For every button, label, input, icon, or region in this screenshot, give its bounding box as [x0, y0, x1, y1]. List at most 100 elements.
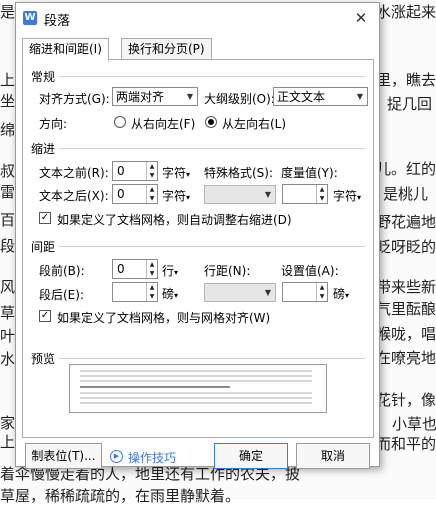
document-text-line: 花针，像: [376, 391, 436, 409]
special-format-label: 特殊格式(S):: [204, 166, 274, 180]
tab-stops-button[interactable]: 制表位(T)...: [25, 443, 102, 469]
ltr-radio[interactable]: [205, 116, 217, 128]
setting-value-label: 设置值(A):: [281, 264, 339, 278]
spinner-icon[interactable]: ▲ ▼: [316, 283, 327, 301]
alignment-select[interactable]: 两端对齐 ▼: [112, 87, 198, 106]
document-text-line: 喉咙，唱: [376, 325, 436, 343]
indent-after-label: 文本之后(X):: [39, 189, 109, 203]
tips-link[interactable]: 操作技巧: [128, 449, 176, 466]
document-text-line: 叔: [0, 162, 16, 180]
spinner-icon[interactable]: ▲ ▼: [146, 283, 157, 301]
space-after-unit[interactable]: 磅▾: [162, 285, 178, 302]
indent-before-value: 0: [117, 164, 125, 178]
spinner-icon[interactable]: ▲ ▼: [146, 162, 157, 180]
preview-line: [80, 380, 312, 382]
line-spacing-select[interactable]: ▼: [204, 283, 276, 302]
setting-value-unit[interactable]: 磅▾: [333, 285, 349, 302]
document-text-line: 野花遍地: [376, 213, 436, 231]
chevron-down-icon: ▼: [264, 190, 271, 199]
space-before-spinner[interactable]: 0 ▲ ▼: [112, 259, 158, 279]
outline-level-select[interactable]: 正文文本 ▼: [273, 87, 368, 106]
divider: [59, 358, 365, 359]
snap-grid-checkbox[interactable]: ✓: [39, 310, 51, 322]
document-text-line: 带来些新: [376, 278, 436, 296]
indent-section-title: 缩进: [31, 142, 56, 156]
indent-before-label: 文本之前(R):: [39, 166, 109, 180]
document-text-line: 是桃儿: [383, 185, 429, 203]
paragraph-preview: [69, 364, 327, 413]
alignment-label: 对齐方式(G):: [39, 92, 110, 106]
preview-line: [80, 370, 312, 372]
chevron-down-icon: ▼: [264, 288, 271, 297]
app-icon: W: [23, 11, 37, 25]
preview-sample-line: [80, 386, 230, 388]
tab-bar: 缩进和间距(I) 换行和分页(P): [22, 38, 372, 62]
space-after-spinner[interactable]: ▲ ▼: [112, 282, 158, 302]
document-text-line: 绵: [0, 121, 16, 139]
rtl-radio[interactable]: [114, 116, 126, 128]
document-text-line: 捉几回: [387, 95, 433, 113]
indent-before-spinner[interactable]: 0 ▲ ▼: [112, 161, 158, 181]
outline-level-label: 大纲级别(O):: [204, 92, 275, 106]
document-text-line: 小草也: [392, 415, 436, 433]
ok-button[interactable]: 确定: [214, 443, 288, 469]
document-text-line: 在嘹亮地: [376, 349, 436, 367]
space-before-unit[interactable]: 行▾: [162, 262, 178, 279]
document-text-line: 上: [0, 71, 16, 89]
spinner-icon[interactable]: ▲ ▼: [316, 185, 327, 203]
cancel-button[interactable]: 取消: [296, 443, 370, 469]
document-text-line: 百: [0, 211, 16, 229]
indent-after-value: 0: [117, 187, 125, 201]
direction-label: 方向:: [39, 117, 68, 131]
paragraph-dialog: W 段落 ✕ 缩进和间距(I) 换行和分页(P) 常规 对齐方式(G): 两端对…: [15, 2, 380, 469]
rtl-label[interactable]: 从右向左(F): [131, 115, 195, 132]
measure-label: 度量值(Y):: [281, 166, 338, 180]
measure-unit[interactable]: 字符▾: [333, 187, 361, 204]
indent-before-unit[interactable]: 字符▾: [162, 164, 190, 181]
space-before-label: 段前(B):: [39, 264, 85, 278]
outline-level-value: 正文文本: [277, 90, 326, 104]
preview-line: [80, 375, 312, 377]
document-text-line: 儿。红的: [376, 160, 436, 178]
close-icon[interactable]: ✕: [349, 6, 373, 30]
document-text-line: 气里酝酿: [376, 300, 436, 318]
spinner-icon[interactable]: ▲ ▼: [146, 260, 157, 278]
preview-section-title: 预览: [31, 352, 56, 366]
indent-after-unit[interactable]: 字符▾: [162, 187, 190, 204]
document-text-line: 里，瞧去: [376, 71, 436, 89]
auto-adjust-label[interactable]: 如果定义了文档网格，则自动调整右缩进(D): [57, 211, 292, 228]
chevron-down-icon: ▼: [186, 92, 193, 101]
document-text-line: 段: [0, 237, 16, 255]
chevron-down-icon: ▼: [356, 92, 363, 101]
snap-grid-label[interactable]: 如果定义了文档网格，则与网格对齐(W): [57, 309, 270, 326]
divider: [59, 246, 365, 247]
indent-after-spinner[interactable]: 0 ▲ ▼: [112, 184, 158, 204]
special-format-select[interactable]: ▼: [204, 185, 276, 204]
spinner-icon[interactable]: ▲ ▼: [146, 185, 157, 203]
dialog-titlebar: W 段落 ✕: [16, 3, 379, 33]
divider: [59, 76, 365, 77]
space-before-value: 0: [117, 262, 125, 276]
auto-adjust-checkbox[interactable]: ✓: [39, 212, 51, 224]
preview-line: [80, 392, 312, 394]
document-text-line: 草屋，稀稀疏疏的，在雨里静默着。: [0, 487, 241, 505]
spacing-section-title: 间距: [31, 240, 56, 254]
document-text-line: 上: [0, 433, 16, 451]
tab-panel: 常规 对齐方式(G): 两端对齐 ▼ 大纲级别(O): 正文文本 ▼ 方向: 从…: [22, 59, 374, 438]
tab-line-page-breaks[interactable]: 换行和分页(P): [121, 38, 212, 61]
document-text-line: 风: [0, 278, 16, 296]
line-spacing-label: 行距(N):: [204, 264, 251, 278]
tab-indent-spacing[interactable]: 缩进和间距(I): [22, 38, 109, 62]
alignment-value: 两端对齐: [116, 90, 165, 104]
document-text-line: 水涨起来: [376, 3, 436, 21]
general-section-title: 常规: [31, 70, 56, 84]
preview-line: [80, 402, 312, 404]
setting-value-spinner[interactable]: ▲ ▼: [282, 282, 328, 302]
preview-line: [80, 397, 312, 399]
document-text-line: 而和平的: [376, 435, 436, 453]
document-text-line: 眨呀眨的: [376, 238, 436, 256]
dialog-title: 段落: [44, 14, 71, 29]
play-circle-icon[interactable]: ▶: [110, 450, 123, 463]
measure-spinner[interactable]: ▲ ▼: [282, 184, 328, 204]
ltr-label[interactable]: 从左向右(L): [222, 115, 286, 132]
